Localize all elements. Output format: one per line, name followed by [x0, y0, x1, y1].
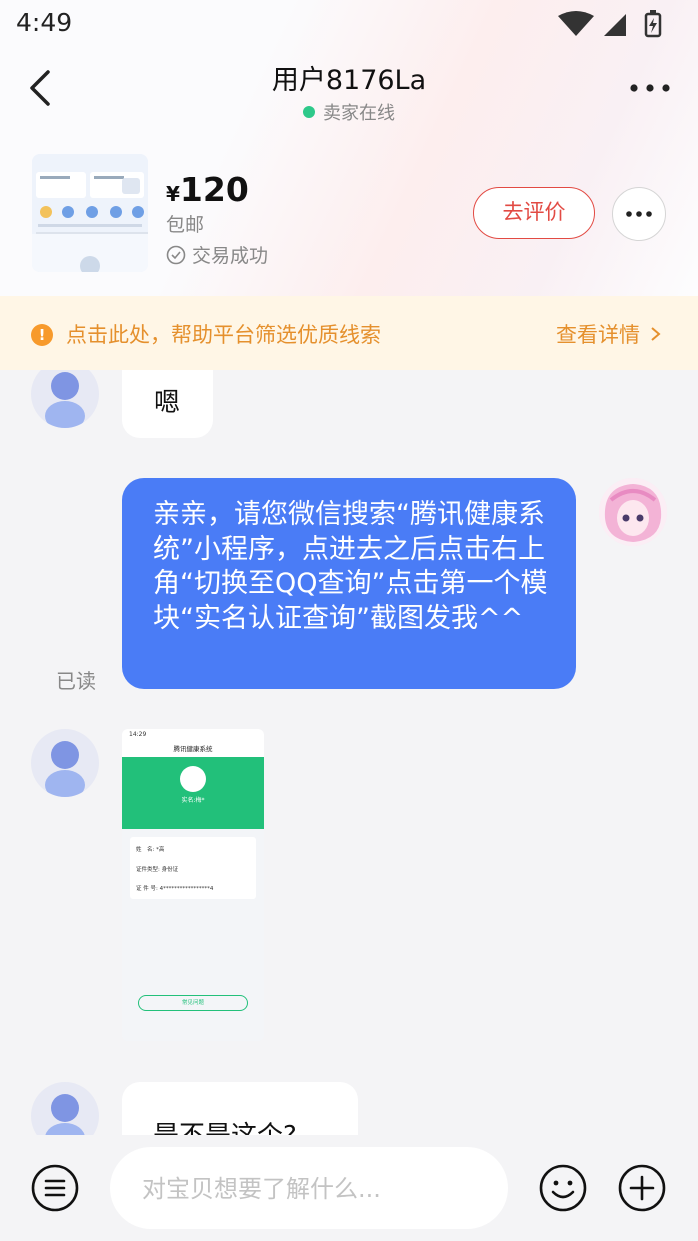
- deal-status-text: 交易成功: [192, 245, 269, 267]
- screenshot-avatar: [180, 766, 206, 792]
- more-dots-icon: [625, 210, 652, 217]
- deal-status: 交易成功: [166, 241, 268, 268]
- message-input[interactable]: [140, 1169, 484, 1209]
- message-text: 嗯: [154, 388, 181, 418]
- menu-icon[interactable]: [31, 1164, 79, 1212]
- chat-title: 用户8176La: [271, 65, 427, 96]
- screenshot-button: 常见问题: [138, 995, 248, 1011]
- plus-icon[interactable]: [618, 1164, 666, 1212]
- message-text: 亲亲，请您微信搜索“腾讯健康系统”小程序，点进去之后点击右上角“切换至QQ查询”…: [153, 499, 548, 634]
- screenshot-name: 实名:梅*: [181, 797, 205, 804]
- notice-detail-link[interactable]: 查看详情: [556, 319, 666, 349]
- seller-avatar[interactable]: [31, 370, 99, 428]
- seller-status-text: 卖家在线: [323, 103, 395, 124]
- emoji-icon[interactable]: [539, 1164, 587, 1212]
- status-time: 4:49: [16, 8, 73, 37]
- product-price: ¥120: [166, 170, 249, 209]
- user-avatar[interactable]: [599, 478, 667, 546]
- screenshot-info-card: 姓 名: *高 证件类型: 身份证 证 件 号: 4**************…: [130, 837, 256, 899]
- product-thumbnail[interactable]: [32, 154, 148, 272]
- shipping-label: 包邮: [166, 214, 205, 236]
- review-button[interactable]: 去评价: [473, 187, 595, 239]
- status-bar: 4:49: [0, 0, 698, 48]
- message-text: 是不是这个?: [153, 1115, 297, 1135]
- message-bubble[interactable]: 是不是这个?: [122, 1082, 358, 1135]
- wifi-icon: [558, 11, 594, 36]
- seller-avatar[interactable]: [31, 729, 99, 797]
- notice-text[interactable]: 点击此处，帮助平台筛选优质线索: [66, 319, 381, 349]
- more-actions-button[interactable]: [612, 187, 666, 241]
- online-dot: [303, 106, 315, 118]
- more-dots-icon[interactable]: [626, 76, 674, 100]
- seller-status: 卖家在线: [0, 99, 698, 125]
- screenshot-statusbar: 14:29: [122, 729, 264, 741]
- status-icons: [558, 10, 662, 38]
- message-bubble-sent[interactable]: 亲亲，请您微信搜索“腾讯健康系统”小程序，点进去之后点击右上角“切换至QQ查询”…: [122, 478, 576, 689]
- read-status: 已读: [56, 669, 96, 693]
- message-bubble[interactable]: 嗯: [122, 370, 213, 438]
- image-message[interactable]: 14:29 腾讯健康系统 实名:梅* 姓 名: *高 证件类型: 身份证 证 件…: [122, 729, 264, 1041]
- screenshot-nav: 腾讯健康系统: [122, 741, 264, 757]
- seller-avatar[interactable]: [31, 1082, 99, 1135]
- check-circle-icon: [166, 245, 186, 265]
- chevron-right-icon: [651, 327, 661, 341]
- message-input-box[interactable]: [110, 1147, 508, 1229]
- chat-list[interactable]: 嗯 亲亲，请您微信搜索“腾讯健康系统”小程序，点进去之后点击右上角“切换至QQ查…: [0, 370, 698, 1135]
- signal-icon: [604, 14, 626, 36]
- warning-icon: !: [31, 324, 53, 346]
